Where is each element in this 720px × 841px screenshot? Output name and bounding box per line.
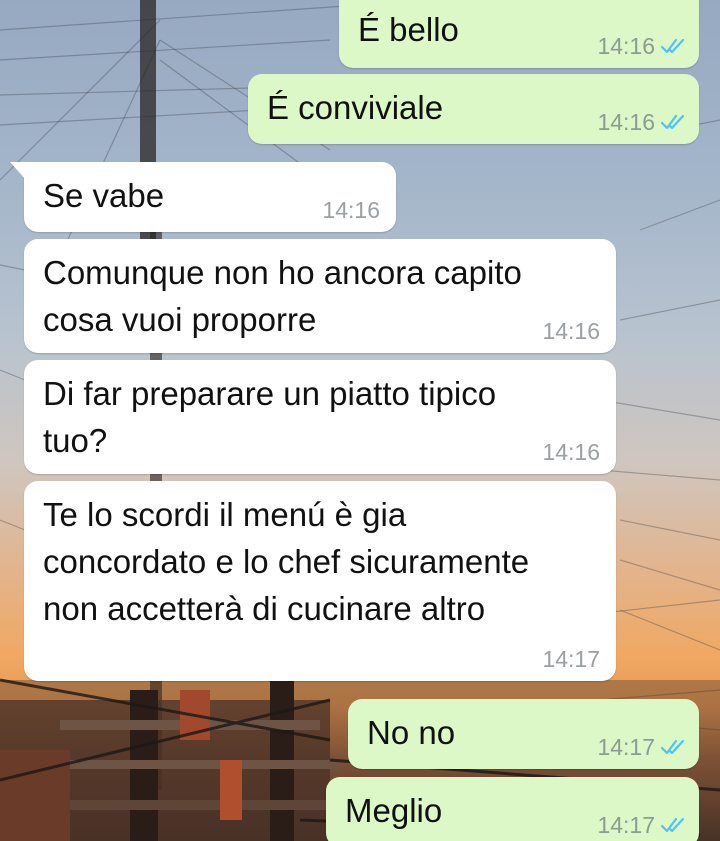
- message-meta: 14:17: [597, 811, 685, 839]
- outgoing-message-bubble[interactable]: No no 14:17: [348, 699, 699, 769]
- message-time: 14:16: [542, 438, 600, 465]
- message-meta: 14:16: [542, 317, 600, 345]
- message-meta: 14:16: [597, 108, 685, 136]
- message-text: É conviviale: [267, 89, 444, 126]
- message-meta: 14:17: [597, 733, 685, 761]
- incoming-message-bubble[interactable]: Comunque non ho ancora capito cosa vuoi …: [24, 239, 616, 353]
- message-time: 14:16: [597, 32, 655, 59]
- message-time: 14:16: [597, 108, 655, 135]
- message-time: 14:16: [542, 317, 600, 344]
- message-text: No no: [367, 714, 456, 751]
- message-text: Te lo scordi il menú è gia concordato e …: [43, 496, 530, 627]
- chat-conversation[interactable]: É bello 14:16 É conviviale 14:16 Se vabe 14:1…: [0, 0, 720, 841]
- message-meta: 14:16: [542, 438, 600, 466]
- outgoing-message-bubble[interactable]: É conviviale 14:16: [248, 74, 699, 144]
- message-meta: 14:16: [597, 32, 685, 60]
- read-receipt-double-check-icon: [661, 114, 685, 130]
- message-text: Se vabe: [43, 177, 165, 214]
- message-time: 14:16: [322, 196, 380, 223]
- read-receipt-double-check-icon: [661, 38, 685, 54]
- message-text: Meglio: [345, 792, 443, 829]
- message-time: 14:17: [597, 733, 655, 760]
- read-receipt-double-check-icon: [661, 817, 685, 833]
- outgoing-message-bubble[interactable]: Meglio 14:17: [326, 777, 699, 841]
- bubble-tail: [10, 162, 26, 180]
- incoming-message-bubble[interactable]: Di far preparare un piatto tipico tuo? 14…: [24, 360, 616, 474]
- message-meta: 14:16: [322, 196, 380, 224]
- message-text: Di far preparare un piatto tipico tuo?: [43, 375, 497, 459]
- outgoing-message-bubble[interactable]: É bello 14:16: [339, 0, 699, 68]
- message-time: 14:17: [542, 645, 600, 672]
- message-text: É bello: [358, 11, 459, 48]
- incoming-message-bubble[interactable]: Se vabe 14:16: [10, 162, 396, 232]
- read-receipt-double-check-icon: [661, 739, 685, 755]
- message-time: 14:17: [597, 811, 655, 838]
- incoming-message-bubble[interactable]: Te lo scordi il menú è gia concordato e …: [24, 481, 616, 681]
- message-text: Comunque non ho ancora capito cosa vuoi …: [43, 254, 522, 338]
- message-meta: 14:17: [542, 645, 600, 673]
